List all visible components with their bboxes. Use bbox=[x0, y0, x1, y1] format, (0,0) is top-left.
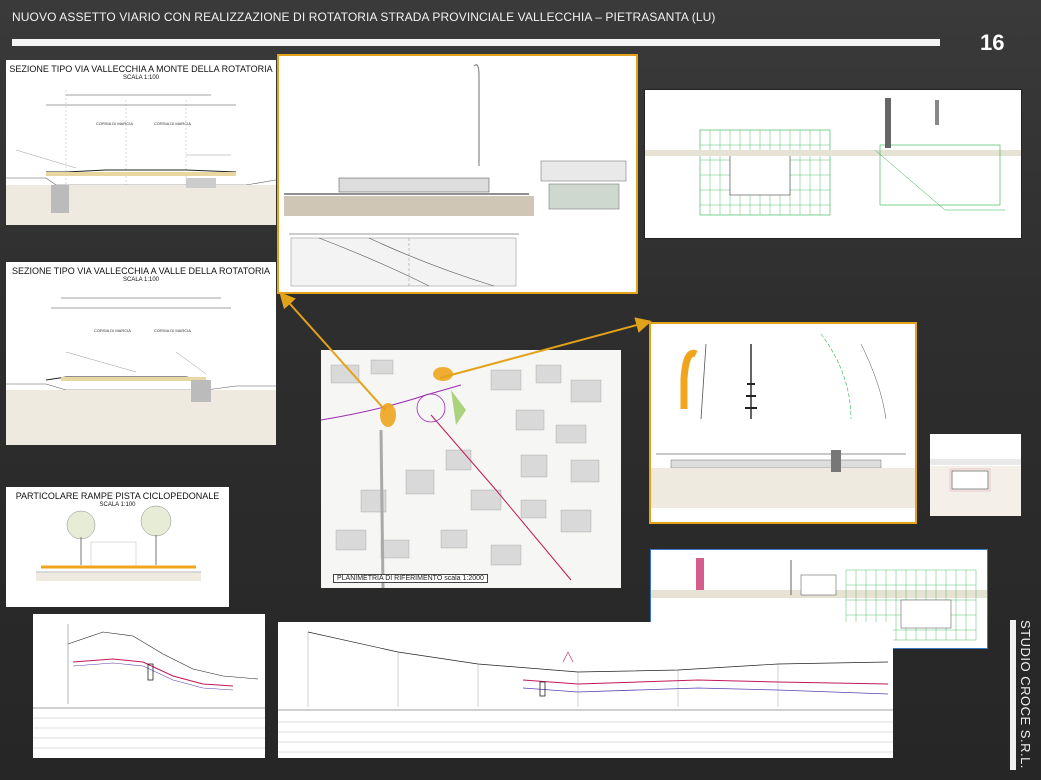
title-underline bbox=[12, 39, 940, 46]
detail-cross-section-panel bbox=[277, 54, 638, 294]
small-section-drawing bbox=[930, 459, 1021, 516]
longitudinal-profile-drawing bbox=[278, 631, 893, 753]
section-downstream-panel: SEZIONE TIPO VIA VALLECCHIA A VALLE DELL… bbox=[6, 262, 276, 445]
studio-credit: STUDIO CROCE S.R.L. bbox=[1018, 620, 1038, 770]
small-section-panel bbox=[930, 434, 1021, 516]
drainage-detail-panel bbox=[644, 89, 1022, 239]
junction-detail-drawing bbox=[651, 333, 915, 508]
section-downstream-drawing: CORSIA DI MARCIA CORSIA DI MARCIA bbox=[6, 297, 276, 445]
ramps-panel: PARTICOLARE RAMPE PISTA CICLOPEDONALE SC… bbox=[6, 487, 229, 607]
studio-accent-bar bbox=[1010, 620, 1016, 770]
section-upstream-panel: SEZIONE TIPO VIA VALLECCHIA A MONTE DELL… bbox=[6, 60, 276, 225]
lane-label-left: CORSIA DI MARCIA bbox=[94, 328, 131, 333]
site-plan-caption: PLANIMETRIA DI RIFERIMENTO scala 1:2000 bbox=[333, 574, 488, 583]
lane-label-right: CORSIA DI MARCIA bbox=[154, 121, 191, 126]
studio-name: STUDIO CROCE S.R.L. bbox=[1018, 620, 1033, 769]
page-number: 16 bbox=[980, 30, 1005, 55]
site-plan-panel: PLANIMETRIA DI RIFERIMENTO scala 1:2000 bbox=[321, 350, 621, 588]
drainage-detail-drawing bbox=[645, 98, 1021, 216]
slide-title: NUOVO ASSETTO VIARIO CON REALIZZAZIONE D… bbox=[12, 10, 716, 24]
lane-label-right: CORSIA DI MARCIA bbox=[154, 328, 191, 333]
junction-detail-panel bbox=[649, 322, 917, 524]
profile-small-panel bbox=[33, 614, 265, 758]
site-plan-map bbox=[321, 359, 602, 588]
detail-cross-section-drawing bbox=[284, 64, 627, 287]
ramps-drawing bbox=[36, 505, 201, 581]
section-upstream-drawing: CORSIA DI MARCIA CORSIA DI MARCIA bbox=[6, 90, 276, 225]
profile-small-drawing bbox=[33, 624, 265, 749]
longitudinal-profile-panel bbox=[278, 622, 893, 758]
lane-label-left: CORSIA DI MARCIA bbox=[96, 121, 133, 126]
